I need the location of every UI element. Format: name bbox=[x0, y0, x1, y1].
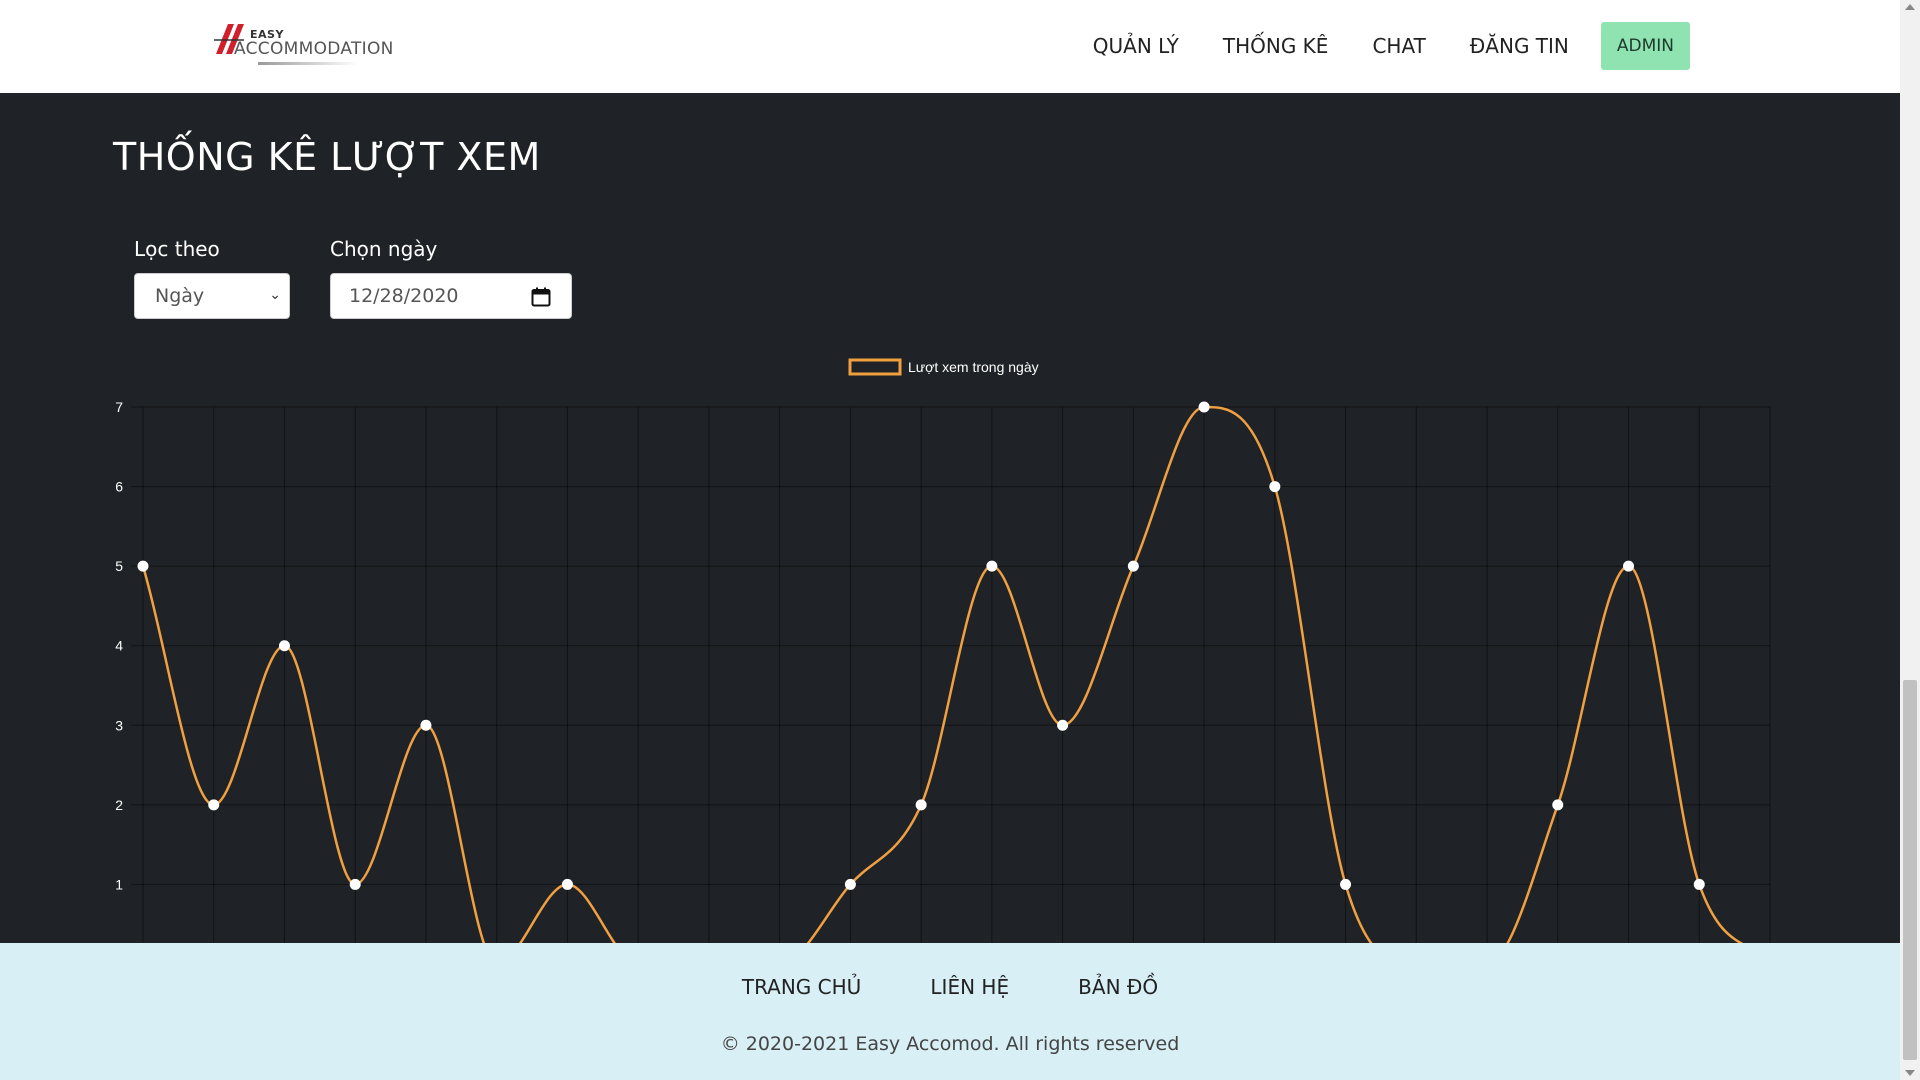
date-label: Chọn ngày bbox=[330, 237, 438, 261]
chevron-down-icon: ⌄ bbox=[269, 287, 281, 303]
admin-button[interactable]: ADMIN bbox=[1600, 22, 1690, 70]
chart-legend[interactable]: Lượt xem trong ngày bbox=[848, 358, 1039, 376]
nav-dang-tin[interactable]: ĐĂNG TIN bbox=[1470, 34, 1569, 58]
data-point[interactable] bbox=[420, 719, 432, 731]
nav-chat[interactable]: CHAT bbox=[1372, 34, 1425, 58]
data-point[interactable] bbox=[1057, 719, 1069, 731]
logo-text: ACCOMMODATION bbox=[234, 39, 394, 59]
views-chart: 01234567 0h1h2h3h4h5h6h7h8h9h10h11h12h13… bbox=[110, 343, 1790, 1003]
data-point[interactable] bbox=[915, 799, 927, 811]
data-point[interactable] bbox=[208, 799, 220, 811]
data-point[interactable] bbox=[1340, 878, 1352, 890]
calendar-icon[interactable] bbox=[531, 287, 551, 307]
y-tick-label: 5 bbox=[115, 558, 123, 574]
site-logo[interactable]: EASY ACCOMMODATION bbox=[210, 16, 393, 76]
footer-link-trang-chu[interactable]: TRANG CHỦ bbox=[742, 975, 861, 999]
y-tick-label: 6 bbox=[115, 479, 123, 495]
y-tick-label: 2 bbox=[115, 797, 123, 813]
data-point[interactable] bbox=[1269, 481, 1281, 493]
series-line bbox=[141, 405, 1771, 966]
y-tick-label: 4 bbox=[115, 638, 123, 654]
date-group: Chọn ngày 12/28/2020 bbox=[330, 237, 572, 319]
y-tick-label: 3 bbox=[115, 717, 123, 733]
site-header: EASY ACCOMMODATION QUẢN LÝ THỐNG KÊ CHAT… bbox=[0, 0, 1900, 93]
scroll-down-icon[interactable] bbox=[1905, 1070, 1915, 1076]
data-point[interactable] bbox=[986, 560, 998, 572]
date-input-value: 12/28/2020 bbox=[349, 285, 459, 307]
logo-underline bbox=[258, 62, 358, 65]
copyright: © 2020-2021 Easy Accomod. All rights res… bbox=[720, 1033, 1180, 1055]
data-point[interactable] bbox=[1127, 560, 1139, 572]
scroll-up-icon[interactable] bbox=[1905, 4, 1915, 10]
data-point[interactable] bbox=[278, 640, 290, 652]
y-tick-label: 7 bbox=[115, 399, 123, 415]
data-point[interactable] bbox=[1693, 878, 1705, 890]
footer-nav: TRANG CHỦ LIÊN HỆ BẢN ĐỒ bbox=[0, 975, 1900, 999]
footer-link-lien-he[interactable]: LIÊN HỆ bbox=[930, 975, 1009, 999]
data-point[interactable] bbox=[349, 878, 361, 890]
main-nav: QUẢN LÝ THỐNG KÊ CHAT ĐĂNG TIN ADMIN bbox=[1049, 22, 1690, 70]
site-footer: TRANG CHỦ LIÊN HỆ BẢN ĐỒ © 2020-2021 Eas… bbox=[0, 943, 1900, 1080]
page: EASY ACCOMMODATION QUẢN LÝ THỐNG KÊ CHAT… bbox=[0, 0, 1900, 1080]
main-content: THỐNG KÊ LƯỢT XEM Lọc theo Ngày ⌄ Chọn n… bbox=[0, 93, 1900, 996]
y-tick-label: 1 bbox=[115, 876, 123, 892]
date-input[interactable]: 12/28/2020 bbox=[330, 273, 572, 319]
legend-label: Lượt xem trong ngày bbox=[908, 359, 1039, 375]
legend-swatch bbox=[848, 358, 902, 376]
data-point[interactable] bbox=[1198, 401, 1210, 413]
y-axis-ticks: 01234567 bbox=[115, 399, 123, 972]
filter-select-value: Ngày bbox=[155, 285, 205, 307]
views-chart-svg: 01234567 0h1h2h3h4h5h6h7h8h9h10h11h12h13… bbox=[115, 358, 1783, 996]
filter-label: Lọc theo bbox=[134, 237, 220, 261]
scroll-thumb[interactable] bbox=[1903, 680, 1917, 1060]
data-point[interactable] bbox=[844, 878, 856, 890]
page-scrollbar[interactable] bbox=[1900, 0, 1920, 1080]
nav-thong-ke[interactable]: THỐNG KÊ bbox=[1223, 34, 1329, 58]
nav-quan-ly[interactable]: QUẢN LÝ bbox=[1093, 34, 1179, 58]
data-point[interactable] bbox=[137, 560, 149, 572]
page-title: THỐNG KÊ LƯỢT XEM bbox=[113, 135, 541, 179]
data-point[interactable] bbox=[1552, 799, 1564, 811]
data-point[interactable] bbox=[561, 878, 573, 890]
filter-group: Lọc theo Ngày ⌄ bbox=[134, 237, 290, 319]
filter-select[interactable]: Ngày ⌄ bbox=[134, 273, 290, 319]
footer-link-ban-do[interactable]: BẢN ĐỒ bbox=[1078, 975, 1158, 999]
data-point[interactable] bbox=[1623, 560, 1635, 572]
